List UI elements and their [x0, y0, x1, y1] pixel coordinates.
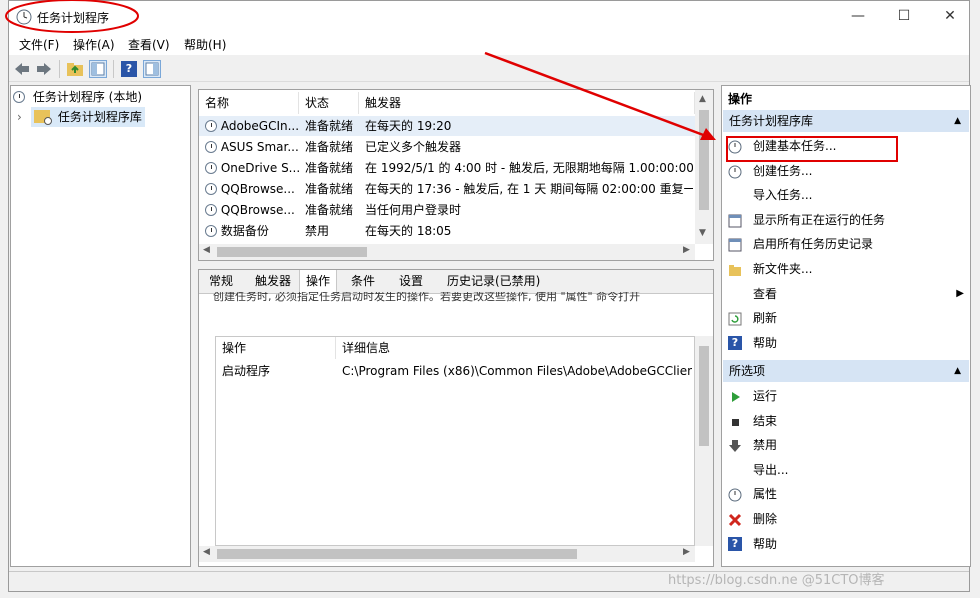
annotation-circle	[5, 0, 139, 33]
watermark: https://blog.csdn.ne @51CTO博客	[668, 573, 885, 588]
annotation-overlay	[5, 0, 716, 140]
annotation-arrow	[484, 51, 707, 138]
